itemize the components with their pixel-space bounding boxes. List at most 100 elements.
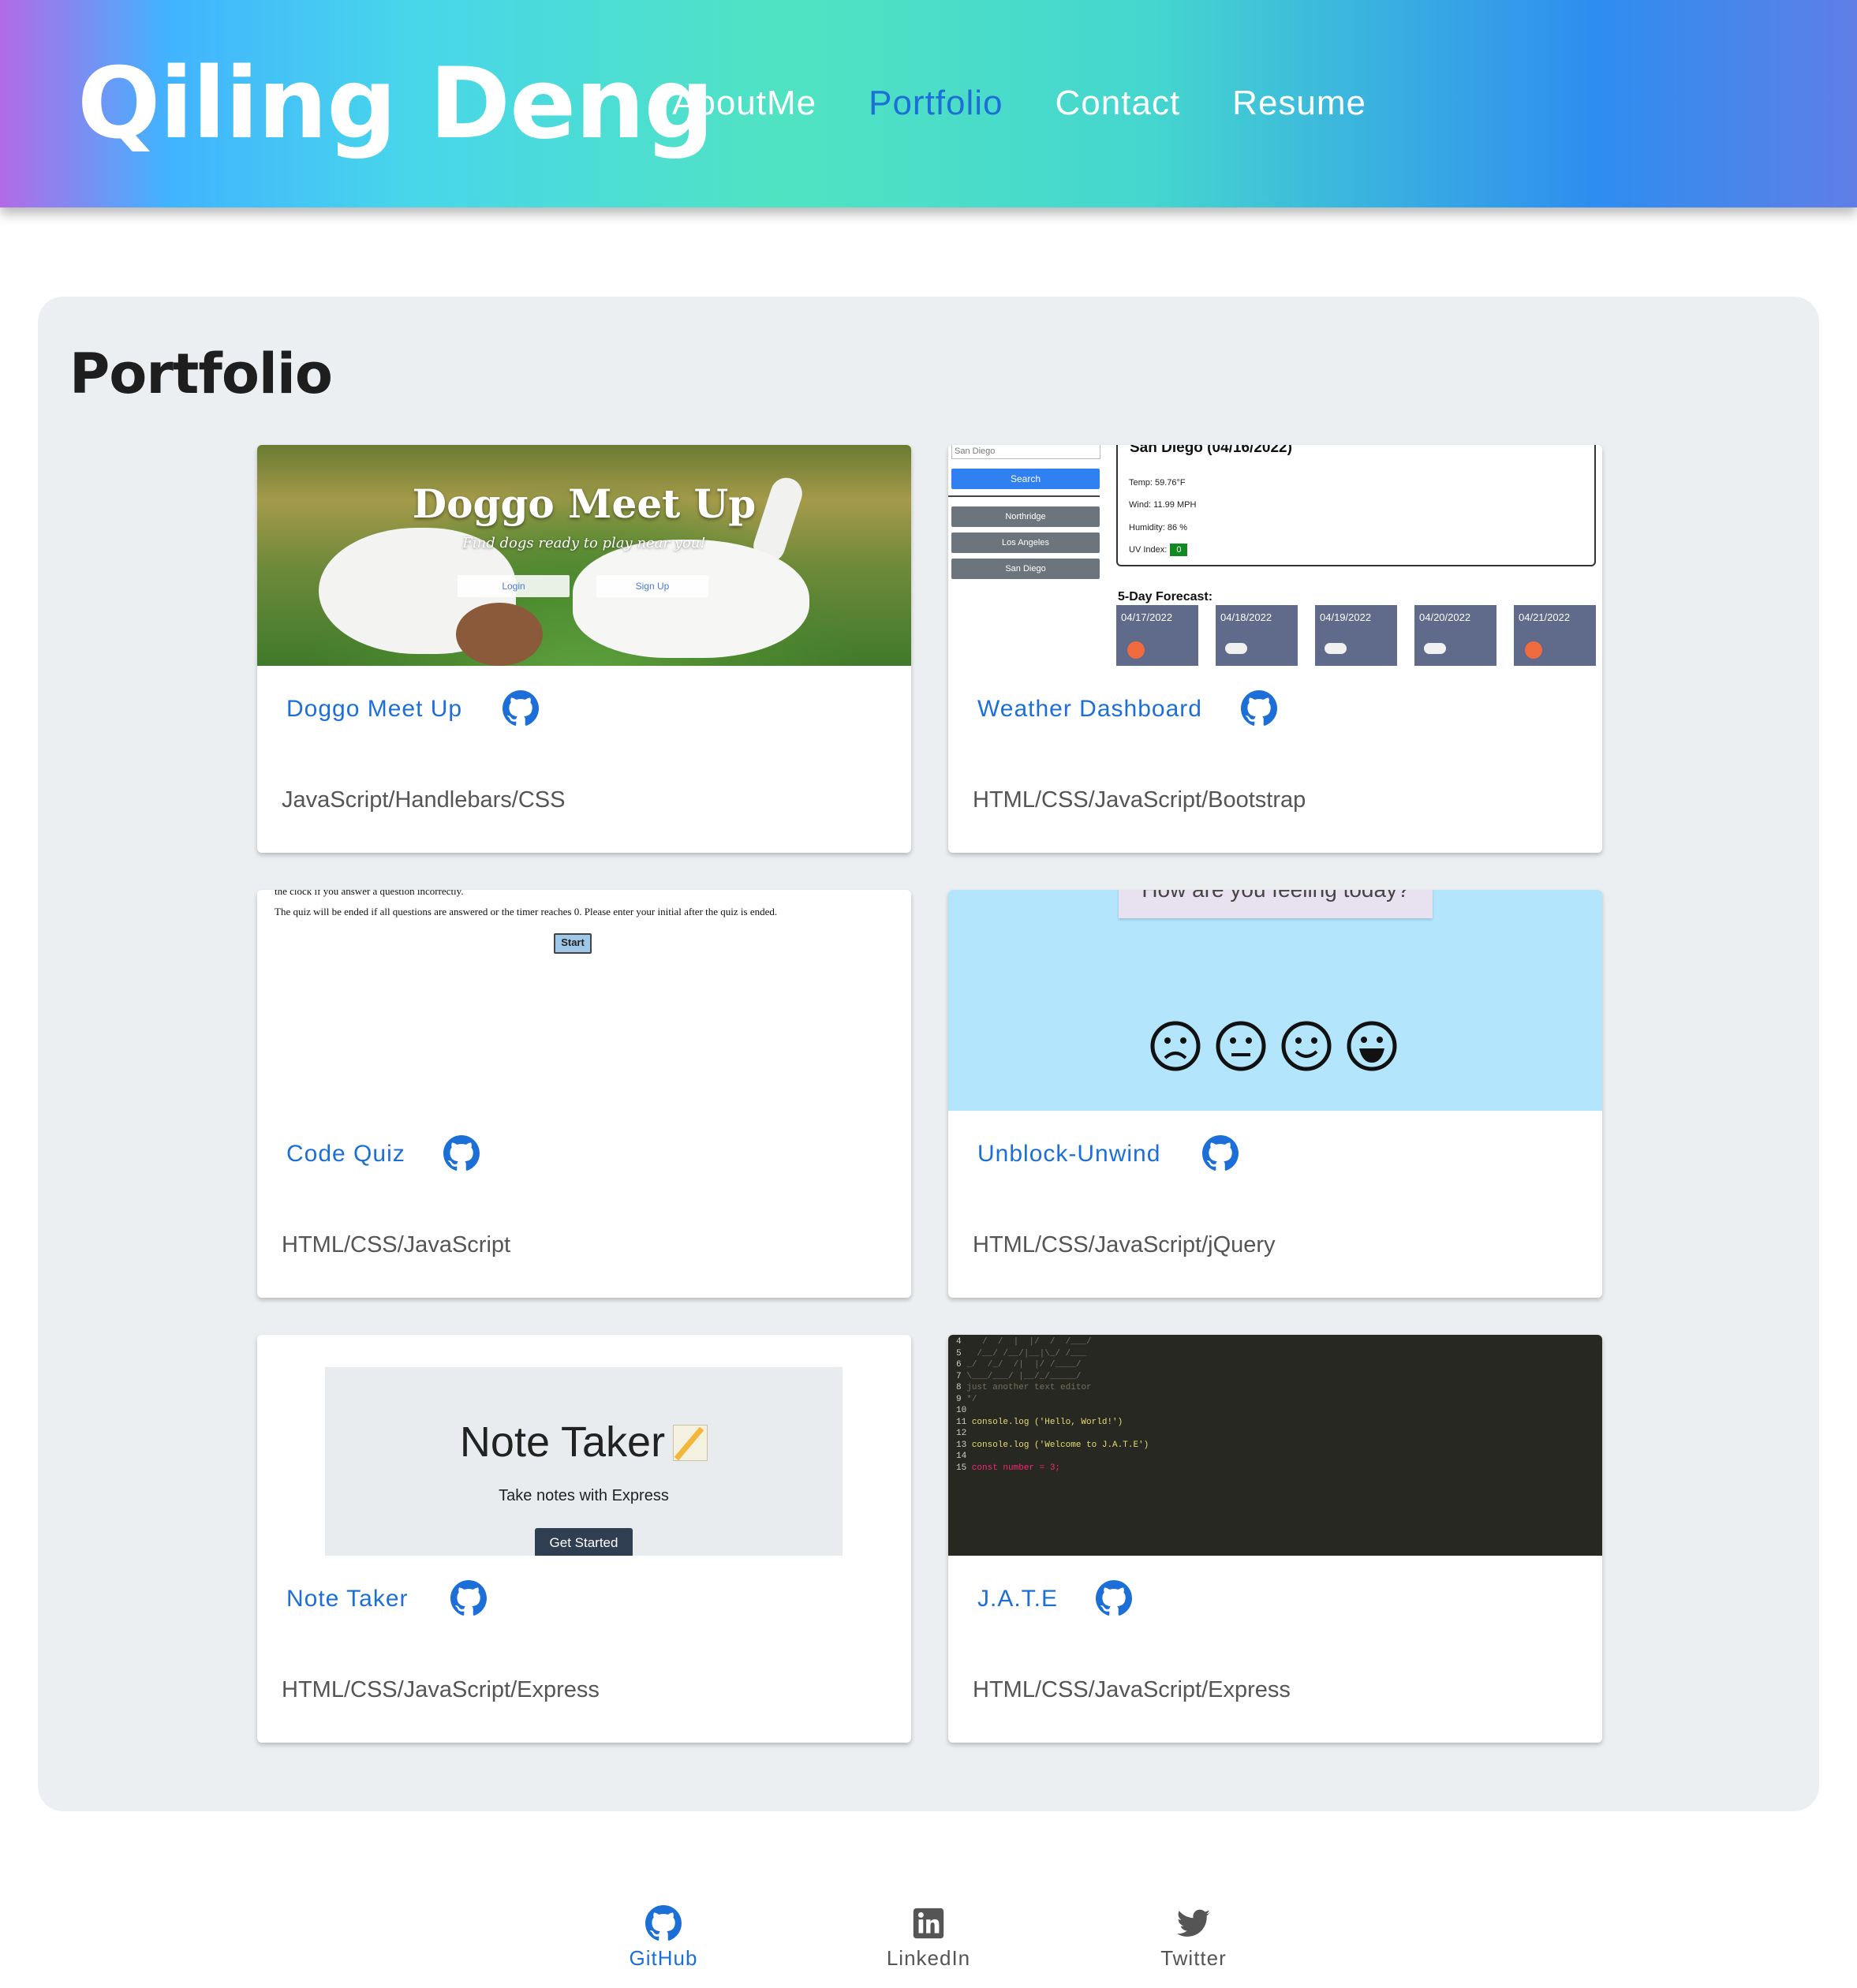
code-line: 6 _/ /_/ /| |/ /____/ [956, 1359, 1149, 1371]
project-card-jate: 4 / / | |/ / /___/5 /__/ /__/|__|\_/ /__… [948, 1335, 1602, 1743]
quiz-instructions-line: The quiz will be ended if all questions … [275, 906, 778, 917]
line-number: 12 [956, 1429, 967, 1438]
nav-portfolio[interactable]: Portfolio [869, 76, 1003, 131]
note-hero-title-text: Note Taker [459, 1418, 666, 1466]
github-icon[interactable] [1096, 1580, 1132, 1616]
project-card-weather: San Diego Search Northridge Los Angeles … [948, 445, 1602, 853]
line-number: 5 [956, 1348, 962, 1358]
dog-shape [573, 540, 809, 658]
sun-icon [1525, 641, 1542, 659]
project-link-unblock[interactable]: Unblock-Unwind [977, 1138, 1160, 1170]
line-number: 13 [956, 1440, 967, 1450]
project-tech: HTML/CSS/JavaScript/Bootstrap [973, 787, 1306, 813]
line-number: 11 [956, 1417, 967, 1427]
code-text: /__/ /__/|__|\_/ /___ [966, 1348, 1087, 1358]
forecast-date: 04/20/2022 [1419, 611, 1471, 623]
project-thumbnail-codequiz[interactable]: the clock if you answer a question incor… [257, 890, 911, 1111]
line-number: 10 [956, 1406, 967, 1415]
code-text: _/ /_/ /| |/ /____/ [966, 1360, 1082, 1370]
cloud-icon [1325, 643, 1347, 654]
footer-twitter-link[interactable]: Twitter [1115, 1905, 1272, 1971]
line-number: 9 [956, 1394, 962, 1404]
site-brand[interactable]: Qiling Deng [77, 41, 714, 167]
forecast-heading: 5-Day Forecast: [1118, 590, 1213, 604]
thumb-city-input: San Diego [951, 445, 1100, 459]
memo-icon [673, 1425, 708, 1461]
forecast-day: 04/20/2022 [1414, 605, 1496, 666]
footer-linkedin-link[interactable]: LinkedIn [850, 1905, 1007, 1971]
project-card-codequiz: the clock if you answer a question incor… [257, 890, 911, 1298]
code-text: console.log ('Hello, World!') [971, 1417, 1123, 1427]
project-link-codequiz[interactable]: Code Quiz [286, 1138, 405, 1170]
nav-resume[interactable]: Resume [1232, 76, 1366, 131]
thumb-city-button: San Diego [951, 559, 1100, 579]
code-text: just another text editor [966, 1383, 1092, 1392]
neutral-face-icon [1216, 1021, 1266, 1071]
code-line: 4 / / | |/ / /___/ [956, 1336, 1149, 1348]
code-editor: 4 / / | |/ / /___/5 /__/ /__/|__|\_/ /__… [956, 1336, 1149, 1474]
nav-contact[interactable]: Contact [1056, 76, 1181, 131]
uv-label: UV Index: [1129, 545, 1168, 555]
github-icon [645, 1905, 682, 1941]
github-icon[interactable] [503, 690, 539, 727]
line-number: 7 [956, 1371, 962, 1381]
footer-github-label: GitHub [629, 1946, 698, 1970]
code-line: 15 const number = 3; [956, 1463, 1149, 1474]
cloud-icon [1424, 643, 1446, 654]
project-thumbnail-jate[interactable]: 4 / / | |/ / /___/5 /__/ /__/|__|\_/ /__… [948, 1335, 1602, 1556]
project-thumbnail-weather[interactable]: San Diego Search Northridge Los Angeles … [948, 445, 1602, 666]
github-icon[interactable] [450, 1580, 487, 1616]
thumb-login-button: Login [458, 575, 570, 597]
code-line: 11 console.log ('Hello, World!') [956, 1417, 1149, 1429]
forecast-day: 04/18/2022 [1216, 605, 1298, 666]
grin-face-icon [1347, 1021, 1397, 1071]
note-hero-subtitle: Take notes with Express [499, 1487, 669, 1504]
thumb-city-button: Los Angeles [951, 532, 1100, 553]
forecast-day: 04/17/2022 [1116, 605, 1198, 666]
project-thumbnail-unblock[interactable]: How are you feeling today? [948, 890, 1602, 1111]
note-hero: Note Taker Take notes with Express Get S… [325, 1367, 843, 1556]
thumb-signup-button: Sign Up [596, 575, 708, 597]
code-text: const number = 3; [971, 1463, 1061, 1473]
project-link-jate[interactable]: J.A.T.E [977, 1583, 1058, 1615]
footer-github-link[interactable]: GitHub [585, 1905, 742, 1971]
line-number: 15 [956, 1463, 967, 1473]
project-tech: HTML/CSS/JavaScript/jQuery [973, 1232, 1276, 1257]
code-line: 9 */ [956, 1394, 1149, 1406]
project-link-notetaker[interactable]: Note Taker [286, 1583, 409, 1615]
project-card-unblock: How are you feeling today? Unblock-Unwin… [948, 890, 1602, 1298]
linkedin-icon [913, 1908, 944, 1939]
current-city-date: San Diego (04/16/2022) [1130, 445, 1292, 456]
site-header: Qiling Deng AboutMe Portfolio Contact Re… [0, 0, 1857, 207]
code-line: 14 [956, 1451, 1149, 1463]
forecast-date: 04/18/2022 [1220, 611, 1272, 623]
forecast-day: 04/21/2022 [1514, 605, 1596, 666]
project-link-doggo[interactable]: Doggo Meet Up [286, 693, 462, 725]
quiz-instructions-line: the clock if you answer a question incor… [275, 890, 464, 897]
forecast-date: 04/19/2022 [1320, 611, 1372, 623]
project-thumbnail-doggo[interactable]: Doggo Meet Up Find dogs ready to play ne… [257, 445, 911, 666]
dog-head-shape [456, 603, 543, 666]
sad-face-icon [1150, 1021, 1201, 1071]
code-line: 7 \___/___/ |__/_/_____/ [956, 1371, 1149, 1383]
github-icon[interactable] [443, 1135, 480, 1172]
line-number: 14 [956, 1452, 967, 1461]
mood-question-banner: How are you feeling today? [1119, 890, 1433, 918]
code-line: 8 just another text editor [956, 1382, 1149, 1394]
project-link-weather[interactable]: Weather Dashboard [977, 693, 1202, 725]
nav-aboutme[interactable]: AboutMe [672, 76, 816, 131]
github-icon[interactable] [1202, 1135, 1239, 1172]
wind-stat: Wind: 11.99 MPH [1129, 500, 1197, 510]
code-line: 12 [956, 1428, 1149, 1440]
code-text: \___/___/ |__/_/_____/ [966, 1371, 1082, 1381]
github-icon[interactable] [1241, 690, 1277, 727]
forecast-date: 04/17/2022 [1121, 611, 1173, 623]
project-thumbnail-notetaker[interactable]: Note Taker Take notes with Express Get S… [257, 1335, 911, 1556]
quiz-start-button: Start [554, 933, 592, 954]
main-nav: AboutMe Portfolio Contact Resume [672, 76, 1418, 131]
project-tech: HTML/CSS/JavaScript/Express [973, 1677, 1291, 1702]
line-number: 8 [956, 1383, 962, 1392]
project-tech: JavaScript/Handlebars/CSS [282, 787, 566, 813]
get-started-button: Get Started [535, 1528, 633, 1556]
project-card-doggo: Doggo Meet Up Find dogs ready to play ne… [257, 445, 911, 853]
